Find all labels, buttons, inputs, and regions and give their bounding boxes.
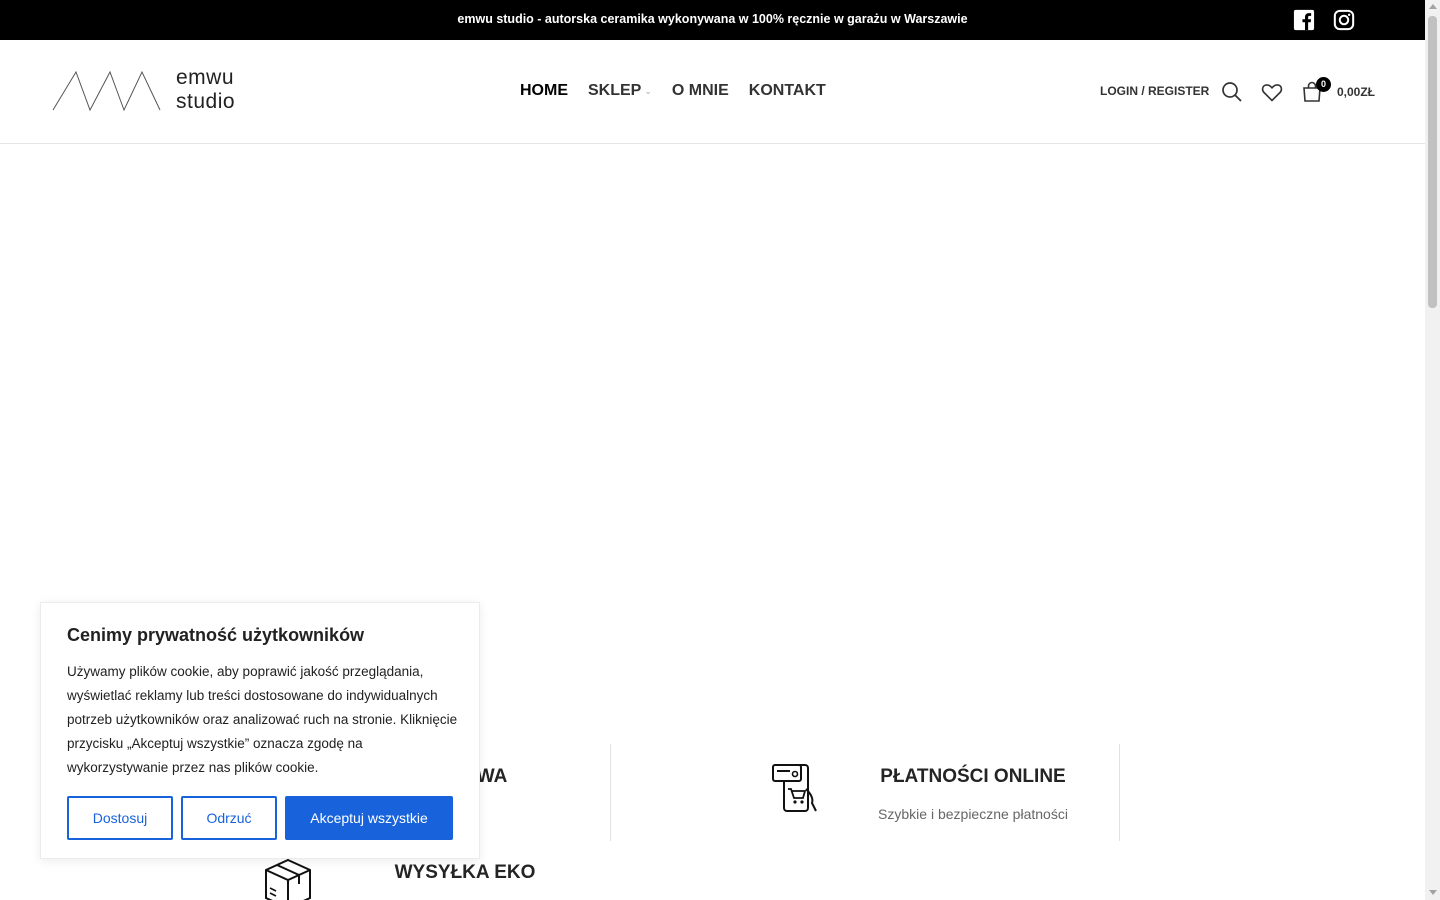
announcement-bar: emwu studio - autorska ceramika wykonywa… bbox=[0, 0, 1425, 40]
scroll-down-arrow-icon[interactable] bbox=[1429, 890, 1437, 895]
feature-eco-shipping-title: WYSYŁKA EKO bbox=[394, 862, 536, 883]
search-icon[interactable] bbox=[1220, 80, 1244, 104]
cart-total[interactable]: 0,00ZŁ bbox=[1337, 85, 1375, 99]
cookie-accept-all-button[interactable]: Akceptuj wszystkie bbox=[285, 796, 453, 840]
logo-text[interactable]: emwu studio bbox=[176, 66, 235, 114]
nav-kontakt-label: KONTAKT bbox=[748, 82, 826, 99]
login-register-link[interactable]: LOGIN / REGISTER bbox=[1100, 84, 1209, 98]
facebook-icon[interactable] bbox=[1293, 9, 1315, 31]
nav-o-mnie[interactable]: O MNIE bbox=[672, 82, 729, 100]
logo-line1: emwu bbox=[176, 66, 235, 89]
cookie-reject-button[interactable]: Odrzuć bbox=[181, 796, 277, 840]
feature-online-payment: PŁATNOŚCI ONLINE Szybkie i bezpieczne pł… bbox=[838, 766, 1108, 822]
scroll-up-arrow-icon[interactable] bbox=[1429, 4, 1437, 9]
feature-online-payment-desc: Szybkie i bezpieczne płatności bbox=[878, 806, 1068, 822]
nav-sklep[interactable]: SKLEP ⌄ bbox=[588, 82, 652, 100]
cookie-consent-banner: Cenimy prywatność użytkowników Używamy p… bbox=[40, 602, 480, 859]
nav-sklep-label: SKLEP bbox=[588, 82, 642, 99]
logo-line2: studio bbox=[176, 90, 236, 113]
wishlist-heart-icon[interactable] bbox=[1260, 80, 1284, 104]
main-nav: HOME SKLEP ⌄ O MNIE KONTAKT bbox=[520, 82, 846, 100]
feature-divider bbox=[1119, 744, 1120, 841]
online-payment-icon bbox=[772, 764, 817, 812]
scrollbar-thumb[interactable] bbox=[1428, 16, 1437, 308]
feature-divider bbox=[610, 744, 611, 841]
nav-o-mnie-label: O MNIE bbox=[671, 82, 729, 99]
cart-count-badge: 0 bbox=[1316, 77, 1331, 92]
cookie-text: Używamy plików cookie, aby poprawić jako… bbox=[67, 664, 458, 775]
feature-eco-shipping: WYSYŁKA EKO bbox=[380, 862, 550, 884]
cookie-customize-button[interactable]: Dostosuj bbox=[67, 796, 173, 840]
instagram-icon[interactable] bbox=[1333, 9, 1355, 31]
feature-online-payment-title: PŁATNOŚCI ONLINE bbox=[880, 766, 1066, 787]
nav-kontakt[interactable]: KONTAKT bbox=[749, 82, 826, 100]
nav-home[interactable]: HOME bbox=[520, 82, 568, 100]
box-icon bbox=[265, 858, 311, 900]
site-header: emwu studio HOME SKLEP ⌄ O MNIE KONTAKT L… bbox=[0, 40, 1425, 144]
chevron-down-icon: ⌄ bbox=[644, 85, 652, 96]
page-scrollbar[interactable] bbox=[1425, 0, 1440, 900]
nav-home-label: HOME bbox=[520, 82, 568, 99]
announcement-text: emwu studio - autorska ceramika wykonywa… bbox=[457, 12, 968, 26]
cookie-title: Cenimy prywatność użytkowników bbox=[67, 625, 365, 645]
